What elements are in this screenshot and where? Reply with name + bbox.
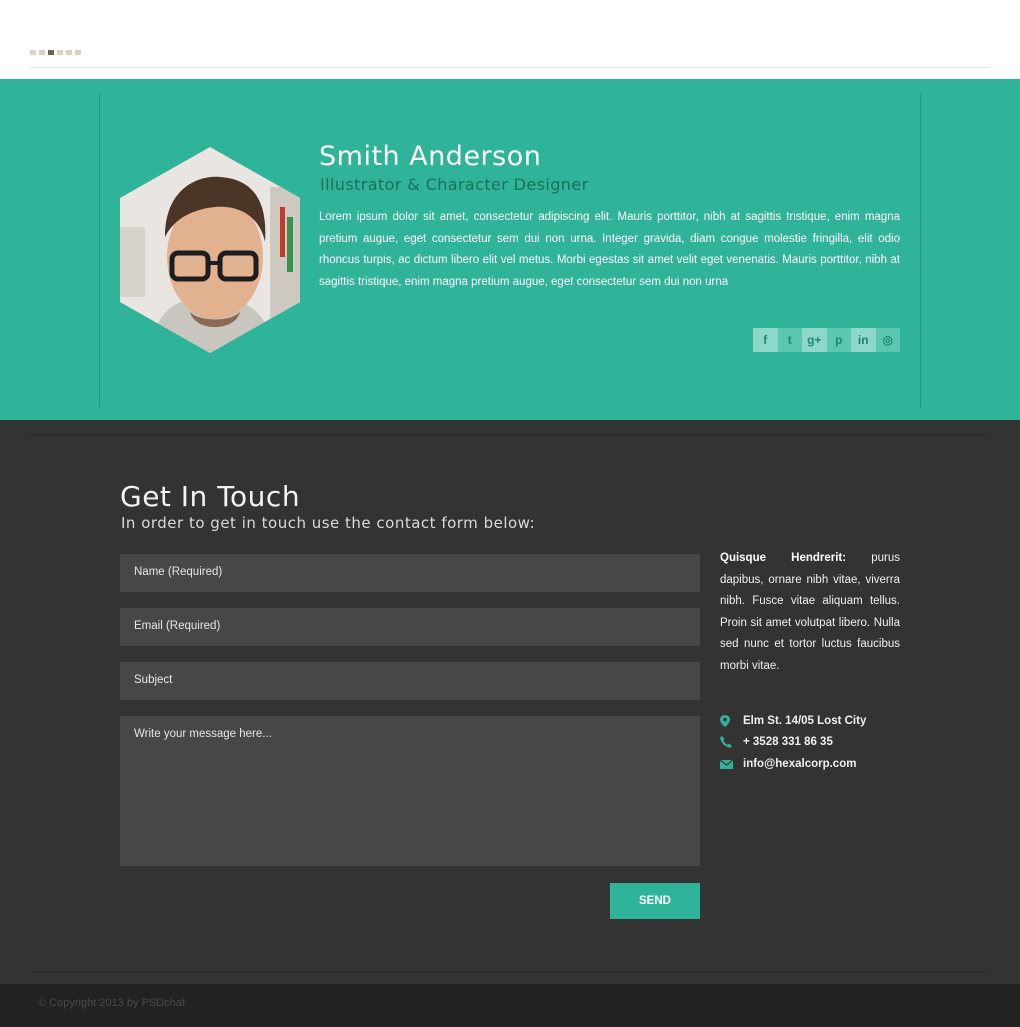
pinterest-icon[interactable]: p xyxy=(826,328,851,352)
email-text[interactable]: info@hexalcorp.com xyxy=(743,758,856,770)
send-button[interactable]: SEND xyxy=(610,883,700,919)
pager-dot[interactable] xyxy=(66,50,72,55)
email-line: info@hexalcorp.com xyxy=(720,757,920,771)
pager-dot[interactable] xyxy=(39,50,45,55)
top-bar xyxy=(0,0,1020,79)
divider xyxy=(920,93,921,407)
social-links: f t g+ p in ◎ xyxy=(753,328,900,352)
contact-note-heading: Quisque Hendrerit: xyxy=(720,552,847,564)
address-line: Elm St. 14/05 Lost City xyxy=(720,714,920,728)
phone-text: + 3528 331 86 35 xyxy=(743,736,833,748)
footer: © Copyright 2013 by PSDchat xyxy=(0,984,1020,1027)
profile-role: Illustrator & Character Designer xyxy=(320,175,589,194)
contact-note-text: purus dapibus, ornare nibh vitae, viverr… xyxy=(720,552,900,672)
envelope-icon xyxy=(720,757,743,771)
pager-dot[interactable] xyxy=(30,50,36,55)
twitter-icon[interactable]: t xyxy=(777,328,802,352)
linkedin-icon[interactable]: in xyxy=(851,328,876,352)
divider xyxy=(30,67,990,68)
dribbble-icon[interactable]: ◎ xyxy=(875,328,900,352)
address-text: Elm St. 14/05 Lost City xyxy=(743,715,867,727)
avatar xyxy=(120,147,300,353)
profile-section: Smith Anderson Illustrator & Character D… xyxy=(0,79,1020,420)
phone-line: + 3528 331 86 35 xyxy=(720,735,920,749)
profile-bio: Lorem ipsum dolor sit amet, consectetur … xyxy=(319,211,900,289)
divider xyxy=(30,434,990,435)
slider-pager xyxy=(30,50,81,55)
name-field[interactable]: Name (Required) xyxy=(120,554,700,592)
pager-dot-active[interactable] xyxy=(48,50,54,55)
contact-title: Get In Touch xyxy=(120,480,301,513)
profile-name: Smith Anderson xyxy=(319,141,542,172)
divider xyxy=(30,971,990,972)
google-plus-icon[interactable]: g+ xyxy=(802,328,827,352)
message-textarea[interactable]: Write your message here... xyxy=(120,716,700,866)
pager-dot[interactable] xyxy=(75,50,81,55)
contact-section: Get In Touch In order to get in touch us… xyxy=(0,420,1020,984)
email-field[interactable]: Email (Required) xyxy=(120,608,700,646)
facebook-icon[interactable]: f xyxy=(753,328,778,352)
map-pin-icon xyxy=(720,714,743,728)
subject-field[interactable]: Subject xyxy=(120,662,700,700)
divider xyxy=(99,93,100,407)
phone-icon xyxy=(720,735,743,749)
contact-subtitle: In order to get in touch use the contact… xyxy=(121,514,536,532)
copyright-text: © Copyright 2013 by PSDchat xyxy=(38,997,185,1009)
pager-dot[interactable] xyxy=(57,50,63,55)
contact-note: Quisque Hendrerit: purus dapibus, ornare… xyxy=(720,548,900,678)
